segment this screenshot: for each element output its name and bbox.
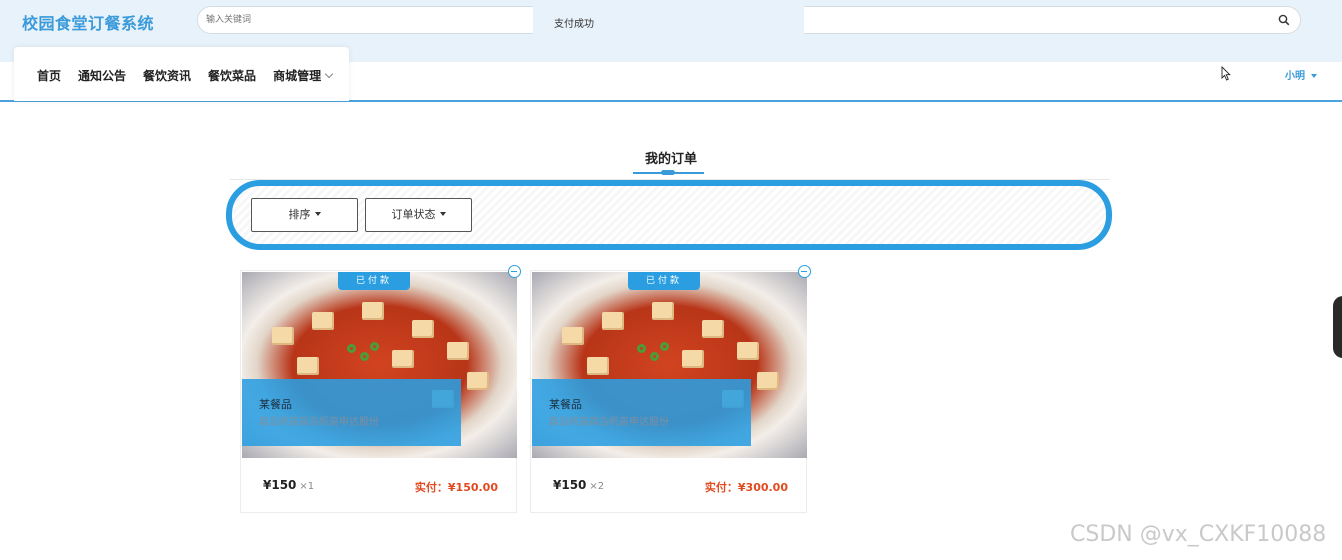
dish-description: 森岛帆高森岛帆高申达股份 [259, 417, 379, 428]
keyword-search-box[interactable] [197, 6, 533, 34]
paid-amount: 实付：¥300.00 [704, 481, 788, 494]
chevron-down-icon [324, 69, 334, 79]
status-badge: 已付款 [628, 272, 700, 290]
nav-item-notices[interactable]: 通知公告 [78, 67, 126, 84]
order-card[interactable]: 已付款 某餐品 森岛帆高森岛帆高申达股份 ¥150 ×2 实付：¥300.00 [530, 265, 811, 513]
user-menu[interactable]: 小明 [1285, 67, 1317, 82]
pay-status-text: 支付成功 [554, 19, 594, 30]
remove-icon[interactable] [508, 265, 521, 278]
sort-button[interactable]: 排序 [251, 198, 358, 232]
unit-price: ¥150 ×1 [263, 478, 314, 492]
order-status-button[interactable]: 订单状态 [365, 198, 472, 232]
caret-down-icon [1311, 74, 1317, 78]
price-value: ¥150 [553, 478, 587, 492]
filter-bar [226, 180, 1112, 250]
remove-icon[interactable] [798, 265, 811, 278]
dish-name: 某餐品 [259, 398, 292, 411]
search-box[interactable] [804, 6, 1301, 34]
nav-item-dishes[interactable]: 餐饮菜品 [208, 67, 256, 84]
site-brand[interactable]: 校园食堂订餐系统 [22, 10, 154, 34]
nav-item-mall[interactable]: 商城管理 [273, 67, 334, 84]
title-underline-dot [661, 170, 675, 175]
caret-down-icon [314, 212, 321, 216]
order-card[interactable]: 已付款 某餐品 森岛帆高森岛帆高申达股份 ¥150 ×1 实付：¥150.00 [240, 265, 521, 513]
quantity: ×1 [299, 481, 315, 492]
side-float-tab[interactable] [1333, 296, 1342, 358]
status-badge: 已付款 [338, 272, 410, 290]
nav-item-news[interactable]: 餐饮资讯 [143, 67, 191, 84]
paid-amount: 实付：¥150.00 [414, 481, 498, 494]
caret-down-icon [439, 212, 446, 216]
dish-info-panel: 某餐品 森岛帆高森岛帆高申达股份 [242, 379, 461, 446]
nav-item-mall-label: 商城管理 [273, 69, 322, 83]
unit-price: ¥150 ×2 [553, 478, 604, 492]
dish-name: 某餐品 [549, 398, 582, 411]
sort-button-label: 排序 [288, 208, 311, 221]
page-title: 我的订单 [644, 152, 697, 167]
watermark: CSDN @vx_CXKF10088 [1070, 522, 1327, 547]
nav-item-home[interactable]: 首页 [37, 67, 61, 84]
search-icon[interactable] [1278, 14, 1290, 26]
mouse-cursor-icon [1221, 66, 1231, 81]
dish-description: 森岛帆高森岛帆高申达股份 [549, 417, 669, 428]
quantity: ×2 [589, 481, 605, 492]
keyword-search-input[interactable] [198, 7, 533, 33]
user-name: 小明 [1285, 71, 1305, 82]
dish-info-panel: 某餐品 森岛帆高森岛帆高申达股份 [532, 379, 751, 446]
price-value: ¥150 [263, 478, 297, 492]
order-status-label: 订单状态 [391, 208, 436, 221]
main-nav: 首页 通知公告 餐饮资讯 餐饮菜品 商城管理 [37, 67, 334, 84]
